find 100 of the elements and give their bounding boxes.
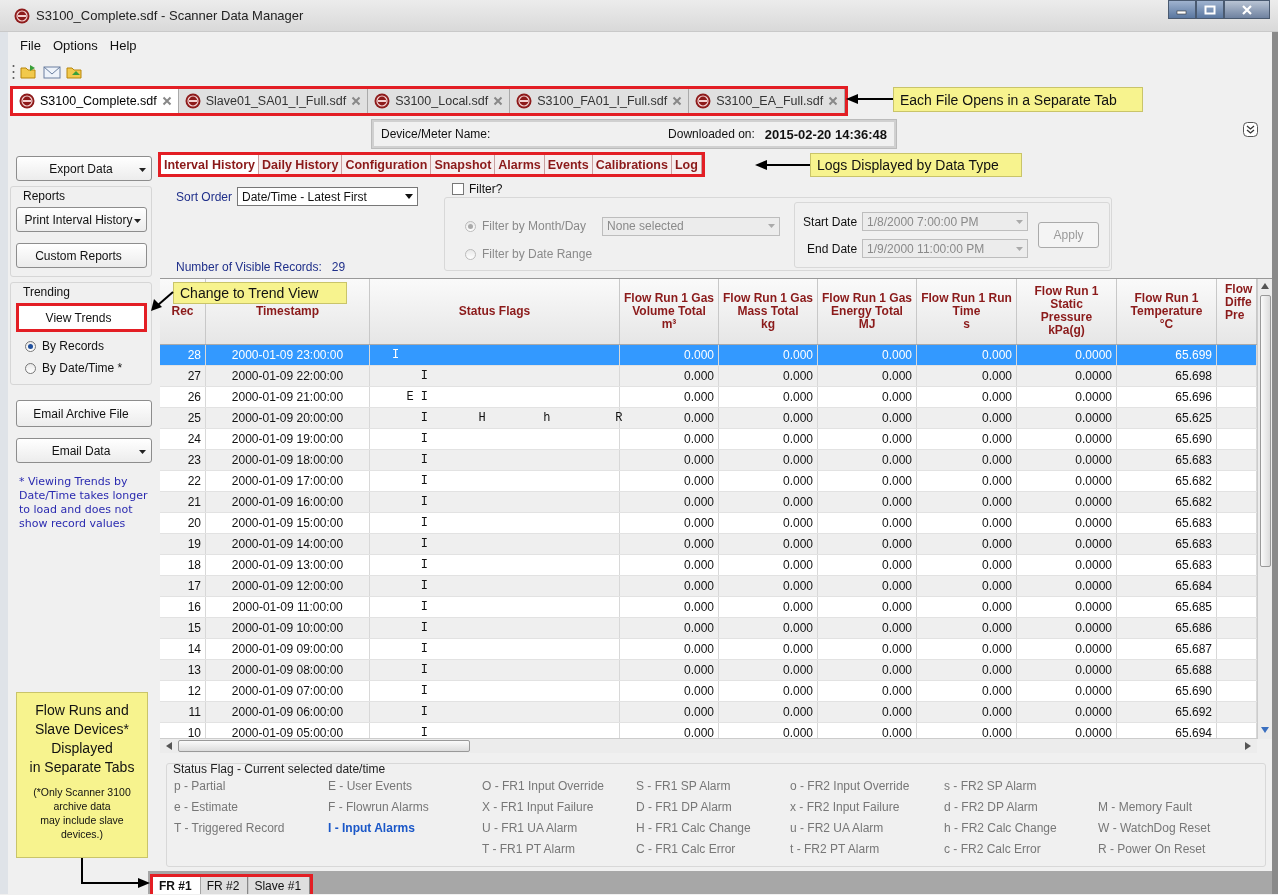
log-tab[interactable]: Log: [671, 155, 702, 174]
table-row[interactable]: 23 2000-01-09 18:00:00 I 0.000 0.000 0.000 0.000 0.0000 65.683: [160, 449, 1257, 471]
print-report-button[interactable]: Print Interval History: [16, 207, 147, 232]
file-tab[interactable]: S3100_EA_Full.sdf: [689, 89, 846, 113]
sort-order-dropdown[interactable]: Date/Time - Latest First: [237, 187, 418, 206]
table-row[interactable]: 26 2000-01-09 21:00:00 E I 0.000 0.000 0.000 0.000 0.0000 65.696: [160, 386, 1257, 408]
table-cell: 0.000: [719, 701, 818, 722]
email-archive-button[interactable]: Email Archive File: [16, 400, 152, 427]
table-row[interactable]: 22 2000-01-09 17:00:00 I 0.000 0.000 0.000 0.000 0.0000 65.682: [160, 470, 1257, 492]
custom-reports-button[interactable]: Custom Reports: [16, 243, 147, 268]
column-header[interactable]: Flow Run 1 Temperature °C: [1117, 279, 1217, 344]
column-header[interactable]: Flow Run 1 Static Pressure kPa(g): [1017, 279, 1117, 344]
maximize-button[interactable]: [1196, 0, 1224, 19]
close-icon[interactable]: [828, 96, 839, 106]
file-tab[interactable]: S3100_Local.sdf: [368, 89, 511, 113]
flow-run-tab[interactable]: Slave #1: [248, 877, 311, 894]
column-header[interactable]: Flow Run 1 Gas Energy Total MJ: [818, 279, 917, 344]
table-row[interactable]: 24 2000-01-09 19:00:00 I 0.000 0.000 0.000 0.000 0.0000 65.690: [160, 428, 1257, 450]
table-row[interactable]: 13 2000-01-09 08:00:00 I 0.000 0.000 0.000 0.000 0.0000 65.688: [160, 659, 1257, 681]
menu-item[interactable]: Help: [109, 37, 137, 53]
table-cell: 0.000: [917, 596, 1017, 617]
scroll-left-icon[interactable]: [166, 742, 172, 750]
log-tab[interactable]: Events: [544, 155, 593, 174]
envelope-icon[interactable]: [43, 64, 61, 80]
column-header[interactable]: Flow Run 1 Gas Mass Total kg: [719, 279, 818, 344]
flow-run-tab[interactable]: FR #2: [200, 877, 249, 894]
table-cell: 0.000: [620, 512, 719, 533]
group-label: Trending: [23, 285, 71, 299]
radio-label[interactable]: By Records: [42, 339, 105, 353]
table-cell: 24: [160, 428, 206, 449]
logo-icon: [516, 93, 533, 109]
email-data-button[interactable]: Email Data: [16, 438, 152, 463]
radio-button[interactable]: [25, 362, 36, 374]
legend-item: F - Flowrun Alarms: [328, 799, 430, 816]
minimize-button[interactable]: [1168, 0, 1196, 19]
folder-icon[interactable]: [20, 64, 38, 80]
table-cell: 0.000: [620, 617, 719, 638]
log-tab[interactable]: Interval History: [161, 155, 259, 174]
table-row[interactable]: 17 2000-01-09 12:00:00 I 0.000 0.000 0.000 0.000 0.0000 65.684: [160, 575, 1257, 597]
close-icon[interactable]: [493, 96, 504, 106]
vertical-scrollbar[interactable]: [1257, 279, 1272, 739]
column-header[interactable]: Status Flags: [370, 279, 620, 344]
folder-arrow-icon[interactable]: [66, 64, 84, 80]
table-cell: 0.000: [818, 407, 917, 428]
table-cell: 25: [160, 407, 206, 428]
close-icon[interactable]: [672, 96, 683, 106]
table-cell: 0.0000: [1017, 449, 1117, 470]
scroll-down-icon[interactable]: [1261, 727, 1269, 733]
file-tab[interactable]: S3100_Complete.sdf: [13, 89, 179, 113]
file-tab[interactable]: Slave01_SA01_I_Full.sdf: [178, 89, 369, 113]
table-row[interactable]: 25 2000-01-09 20:00:00 I H h R 0.000 0.000 0.000 0.000 0.0000 65.625: [160, 407, 1257, 429]
legend-item: E - User Events: [328, 778, 414, 795]
table-row[interactable]: 21 2000-01-09 16:00:00 I 0.000 0.000 0.000 0.000 0.0000 65.682: [160, 491, 1257, 513]
scrollbar-thumb[interactable]: [178, 740, 470, 752]
table-cell: 0.000: [620, 344, 719, 365]
scrollbar-thumb[interactable]: [1259, 295, 1271, 567]
menu-item[interactable]: File: [20, 37, 41, 53]
export-data-button[interactable]: Export Data: [16, 156, 152, 181]
table-cell: 65.682: [1117, 491, 1217, 512]
table-row[interactable]: 14 2000-01-09 09:00:00 I 0.000 0.000 0.000 0.000 0.0000 65.687: [160, 638, 1257, 660]
scroll-up-icon[interactable]: [1261, 283, 1269, 289]
close-button[interactable]: [1224, 0, 1270, 19]
table-cell: 2000-01-09 15:00:00: [206, 512, 370, 533]
table-row[interactable]: 15 2000-01-09 10:00:00 I 0.000 0.000 0.000 0.000 0.0000 65.686: [160, 617, 1257, 639]
log-tab[interactable]: Snapshot: [431, 155, 496, 174]
table-cell: I: [370, 617, 620, 638]
log-tab[interactable]: Configuration: [342, 155, 432, 174]
log-tab[interactable]: Daily History: [259, 155, 343, 174]
logo-icon: [184, 93, 201, 109]
table-row[interactable]: 11 2000-01-09 06:00:00 I 0.000 0.000 0.000 0.000 0.0000 65.692: [160, 701, 1257, 723]
table-row[interactable]: 27 2000-01-09 22:00:00 I 0.000 0.000 0.000 0.000 0.0000 65.698: [160, 365, 1257, 387]
table-cell: 0.000: [917, 470, 1017, 491]
log-tab[interactable]: Calibrations: [592, 155, 672, 174]
file-tab[interactable]: S3100_FA01_I_Full.sdf: [510, 89, 690, 113]
caret-icon: [405, 194, 413, 199]
table-cell: 0.000: [620, 701, 719, 722]
table-cell: 0.000: [917, 407, 1017, 428]
table-row[interactable]: 12 2000-01-09 07:00:00 I 0.000 0.000 0.000 0.000 0.0000 65.690: [160, 680, 1257, 702]
scroll-right-icon[interactable]: [1245, 742, 1251, 750]
horizontal-scrollbar[interactable]: [160, 738, 1257, 753]
start-date-label: Start Date: [803, 214, 858, 229]
table-row[interactable]: 20 2000-01-09 15:00:00 I 0.000 0.000 0.000 0.000 0.0000 65.683: [160, 512, 1257, 534]
table-cell: 65.690: [1117, 680, 1217, 701]
radio-button[interactable]: [25, 340, 36, 352]
flow-run-tab[interactable]: FR #1: [153, 877, 201, 894]
table-row[interactable]: 19 2000-01-09 14:00:00 I 0.000 0.000 0.000 0.000 0.0000 65.683: [160, 533, 1257, 555]
close-icon[interactable]: [161, 96, 172, 106]
table-cell: 17: [160, 575, 206, 596]
log-tab[interactable]: Alarms: [495, 155, 545, 174]
chevron-down-icon[interactable]: [1243, 122, 1258, 137]
close-icon[interactable]: [351, 96, 362, 106]
legend-item: H - FR1 Calc Change: [636, 820, 752, 837]
table-cell: 0.000: [620, 680, 719, 701]
menu-item[interactable]: Options: [52, 37, 98, 53]
table-row[interactable]: 18 2000-01-09 13:00:00 I 0.000 0.000 0.000 0.000 0.0000 65.683: [160, 554, 1257, 576]
radio-label[interactable]: By Date/Time *: [42, 361, 123, 375]
table-row[interactable]: 16 2000-01-09 11:00:00 I 0.000 0.000 0.000 0.000 0.0000 65.685: [160, 596, 1257, 618]
view-trends-button[interactable]: View Trends: [16, 303, 147, 332]
column-header[interactable]: Flow Run 1 Run Time s: [917, 279, 1017, 344]
column-header[interactable]: Flow Run 1 Gas Volume Total m³: [620, 279, 719, 344]
